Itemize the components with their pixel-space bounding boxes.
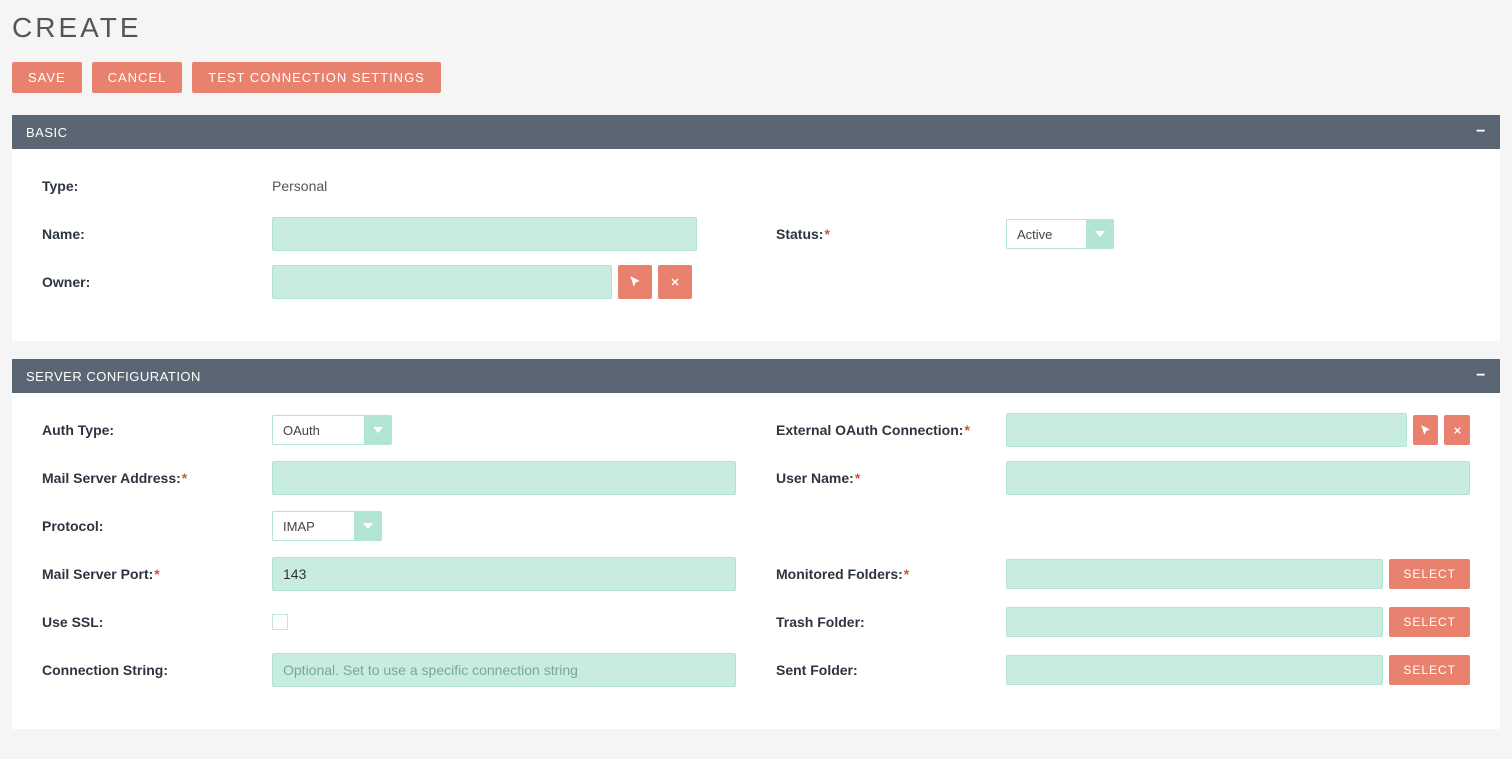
save-button[interactable]: SAVE xyxy=(12,62,82,93)
basic-panel-title: BASIC xyxy=(26,125,68,140)
auth-type-label: Auth Type: xyxy=(42,422,272,438)
owner-label: Owner: xyxy=(42,274,272,290)
owner-pick-button[interactable] xyxy=(618,265,652,299)
mail-port-input[interactable] xyxy=(272,557,736,591)
use-ssl-label: Use SSL: xyxy=(42,614,272,630)
protocol-select[interactable]: IMAP xyxy=(272,511,382,541)
mail-port-label: Mail Server Port:* xyxy=(42,566,272,582)
name-input[interactable] xyxy=(272,217,697,251)
trash-input[interactable] xyxy=(1006,607,1383,637)
monitored-select-button[interactable]: SELECT xyxy=(1389,559,1470,589)
auth-type-value: OAuth xyxy=(272,415,364,445)
type-value: Personal xyxy=(272,178,327,194)
sent-label: Sent Folder: xyxy=(776,662,1006,678)
page-title: CREATE xyxy=(12,12,1500,44)
sent-input[interactable] xyxy=(1006,655,1383,685)
chevron-down-icon xyxy=(354,511,382,541)
user-name-input[interactable] xyxy=(1006,461,1470,495)
server-panel: SERVER CONFIGURATION − Auth Type: OAuth xyxy=(12,359,1500,729)
protocol-label: Protocol: xyxy=(42,518,272,534)
status-select[interactable]: Active xyxy=(1006,219,1114,249)
status-label: Status:* xyxy=(776,226,1006,242)
cancel-button[interactable]: CANCEL xyxy=(92,62,183,93)
collapse-icon[interactable]: − xyxy=(1476,123,1486,141)
pointer-icon xyxy=(628,275,642,289)
action-button-row: SAVE CANCEL TEST CONNECTION SETTINGS xyxy=(12,62,1500,93)
server-panel-title: SERVER CONFIGURATION xyxy=(26,369,201,384)
ext-oauth-input[interactable] xyxy=(1006,413,1407,447)
use-ssl-checkbox[interactable] xyxy=(272,614,288,630)
name-label: Name: xyxy=(42,226,272,242)
conn-string-input[interactable] xyxy=(272,653,736,687)
user-name-label: User Name:* xyxy=(776,470,1006,486)
trash-select-button[interactable]: SELECT xyxy=(1389,607,1470,637)
pointer-icon xyxy=(1419,424,1432,437)
mail-address-label: Mail Server Address:* xyxy=(42,470,272,486)
status-value: Active xyxy=(1006,219,1086,249)
chevron-down-icon xyxy=(1086,219,1114,249)
owner-input[interactable] xyxy=(272,265,612,299)
ext-oauth-label: External OAuth Connection:* xyxy=(776,422,1006,438)
type-label: Type: xyxy=(42,178,272,194)
chevron-down-icon xyxy=(364,415,392,445)
collapse-icon[interactable]: − xyxy=(1476,367,1486,385)
server-panel-header[interactable]: SERVER CONFIGURATION − xyxy=(12,359,1500,393)
mail-address-input[interactable] xyxy=(272,461,736,495)
trash-label: Trash Folder: xyxy=(776,614,1006,630)
basic-panel-header[interactable]: BASIC − xyxy=(12,115,1500,149)
ext-oauth-clear-button[interactable] xyxy=(1444,415,1470,445)
protocol-value: IMAP xyxy=(272,511,354,541)
conn-string-label: Connection String: xyxy=(42,662,272,678)
auth-type-select[interactable]: OAuth xyxy=(272,415,392,445)
monitored-label: Monitored Folders:* xyxy=(776,566,1006,582)
ext-oauth-pick-button[interactable] xyxy=(1413,415,1439,445)
monitored-input[interactable] xyxy=(1006,559,1383,589)
test-connection-button[interactable]: TEST CONNECTION SETTINGS xyxy=(192,62,441,93)
basic-panel: BASIC − Type: Personal Name: xyxy=(12,115,1500,341)
close-icon xyxy=(669,276,681,288)
sent-select-button[interactable]: SELECT xyxy=(1389,655,1470,685)
close-icon xyxy=(1452,425,1463,436)
owner-clear-button[interactable] xyxy=(658,265,692,299)
